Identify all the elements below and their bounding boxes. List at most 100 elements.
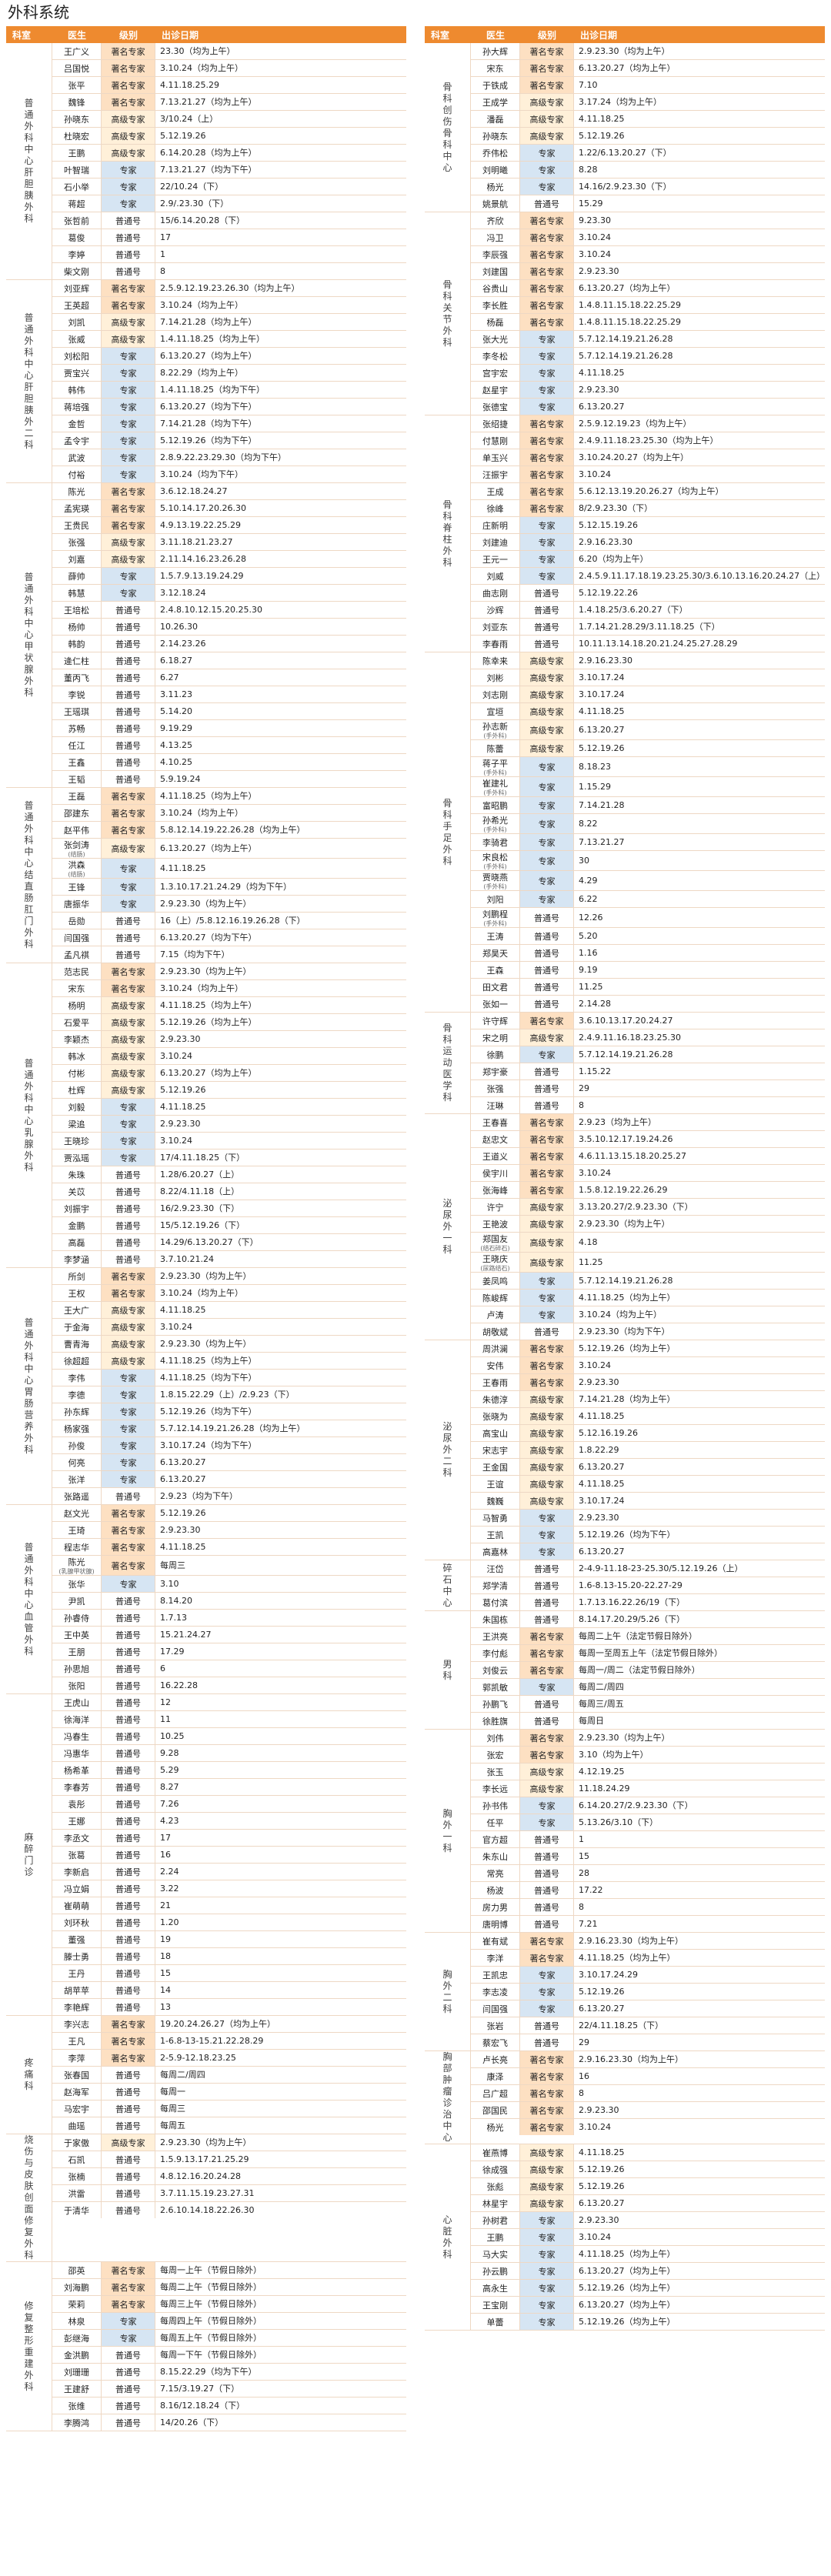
table-row: 王琦 著名专家 2.9.23.30 — [52, 1521, 406, 1538]
doctor-rows: 赵文光 著名专家 5.12.19.26 王琦 著名专家 2.9.23.30 程志华 著名专家 4… — [52, 1505, 406, 1693]
table-row: 庄新明 专家 5.12.15.19.26 — [471, 516, 825, 533]
table-row: 宋良松 (手外科) 专家 30 — [471, 850, 825, 870]
doctor-name-text: 王英超 — [64, 300, 89, 311]
doctor-name: 王春雨 — [471, 1374, 520, 1390]
doctor-name: 蒋超 — [52, 195, 102, 212]
table-row: 王道义 著名专家 4.6.11.13.15.18.20.25.27 — [471, 1147, 825, 1164]
level-badge: 著名专家 — [520, 1165, 574, 1181]
doctor-name: 富昭鹏 — [471, 797, 520, 813]
table-row: 刘俊云 著名专家 每周一/周二（法定节假日除外） — [471, 1661, 825, 1678]
doctor-name: 董丙飞 — [52, 669, 102, 686]
visit-dates: 4.11.18.25 — [160, 863, 206, 873]
visit-dates: 7.21 — [579, 1919, 598, 1929]
table-row: 宫宇宏 专家 4.11.18.25 — [471, 364, 825, 381]
doctor-name: 孙思旭 — [52, 1660, 102, 1677]
table-row: 房力男 普通号 8 — [471, 1898, 825, 1915]
visit-dates: 29 — [579, 2037, 589, 2047]
level-badge: 普通号 — [102, 1677, 155, 1693]
visit-dates: 19.20.24.26.27（均为上午） — [160, 2019, 275, 2029]
doctor-specialty: (手外科) — [483, 863, 507, 870]
doctor-name-text: 任平 — [486, 1817, 504, 1828]
level-badge: 专家 — [520, 814, 574, 833]
visit-dates: 6.13.20.27 — [579, 725, 625, 735]
level-badge: 著名专家 — [520, 263, 574, 279]
doctor-name: 王金国 — [471, 1459, 520, 1475]
table-row: 孙晓东 高级专家 5.12.19.26 — [471, 127, 825, 144]
visit-dates: 8 — [579, 1100, 584, 1110]
department-name: 胸外二科 — [442, 1968, 452, 2014]
doctor-name-text: 王中英 — [64, 1630, 89, 1640]
doctor-name-text: 林泉 — [68, 2316, 85, 2327]
doctor-name: 李长胜 — [471, 297, 520, 313]
department-section: 骨科创伤骨科中心 孙大辉 著名专家 2.9.23.30（均为上午） 宋东 著名专家 6.13… — [425, 43, 825, 212]
visit-dates: 1.8.22.29 — [579, 1445, 619, 1455]
visit-dates: 2.9.23.30 — [579, 2215, 619, 2225]
level-badge: 著名专家 — [102, 963, 155, 979]
doctor-name: 张岩 — [471, 2017, 520, 2034]
department-name: 普通外科中心血管外科 — [24, 1541, 34, 1657]
level-badge: 著名专家 — [520, 1628, 574, 1644]
doctor-name-text: 杨磊 — [486, 317, 504, 328]
table-row: 宋东 著名专家 6.13.20.27（均为上午） — [471, 59, 825, 76]
table-row: 沙辉 普通号 1.4.18.25/3.6.20.27（下） — [471, 601, 825, 618]
table-row: 孙晓东 高级专家 3/10.24（上） — [52, 110, 406, 127]
visit-dates: 7.14.21.28 — [579, 800, 625, 810]
doctor-name: 王丹 — [52, 1965, 102, 1981]
doctor-name-text: 赵星宇 — [482, 385, 508, 395]
doctor-name-text: 张哲前 — [64, 215, 89, 226]
level-badge: 专家 — [520, 162, 574, 178]
table-row: 闫国强 普通号 6.13.20.27（均为下午） — [52, 929, 406, 946]
level-badge: 高级专家 — [520, 652, 574, 669]
doctor-name: 宋东 — [52, 980, 102, 996]
visit-dates: 1 — [579, 1834, 584, 1844]
doctor-rows: 王虎山 普通号 12 徐海洋 普通号 11 冯春生 普通号 10.25 冯惠华 普通号 9.28 杨希革… — [52, 1694, 406, 2015]
level-badge: 普通号 — [102, 720, 155, 736]
doctor-name-text: 徐鹏 — [486, 1049, 504, 1060]
level-badge: 普通号 — [102, 1200, 155, 1216]
visit-dates: 1.15.29 — [579, 782, 611, 792]
level-badge: 专家 — [102, 1576, 155, 1592]
doctor-name-text: 高宝山 — [482, 1428, 508, 1439]
doctor-rows: 周洪澜 著名专家 5.12.19.26（均为上午） 安伟 著名专家 3.10.24 王春雨著… — [471, 1340, 825, 1560]
level-badge: 著名专家 — [102, 805, 155, 821]
table-row: 田文君 普通号 11.25 — [471, 978, 825, 995]
table-row: 蔡宏飞 普通号 29 — [471, 2034, 825, 2050]
visit-dates: 7.13.21.27（均为下午） — [160, 165, 257, 175]
doctor-name: 刘凯 — [52, 314, 102, 330]
visit-dates: 每周二/周四 — [579, 1682, 624, 1692]
level-badge: 高级专家 — [102, 1082, 155, 1098]
visit-dates: 3.10.24 — [160, 1051, 192, 1061]
visit-dates: 11 — [160, 1714, 171, 1724]
table-row: 宋之明 高级专家 2.4.9.11.16.18.23.25.30 — [471, 1029, 825, 1046]
table-row: 王春雨 著名专家 2.9.23.30 — [471, 1373, 825, 1390]
doctor-name-text: 蒋超 — [68, 199, 85, 209]
doctor-name-text: 冯惠华 — [64, 1748, 89, 1759]
table-row: 杜辉 高级专家 5.12.19.26 — [52, 1081, 406, 1098]
table-row: 徐胜旗 普通号 每周日 — [471, 1712, 825, 1729]
visit-dates: 12 — [160, 1697, 171, 1707]
level-badge: 著名专家 — [102, 2296, 155, 2312]
level-badge: 著名专家 — [520, 1730, 574, 1746]
table-row: 梁追 专家 2.9.23.30 — [52, 1115, 406, 1132]
doctor-name: 赵星宇 — [471, 382, 520, 398]
doctor-name: 朱珠 — [52, 1166, 102, 1183]
level-badge: 高级专家 — [102, 1048, 155, 1064]
doctor-name: 马宏宇 — [52, 2101, 102, 2117]
level-badge: 著名专家 — [102, 822, 155, 838]
level-badge: 高级专家 — [520, 1763, 574, 1780]
table-row: 李骑君 专家 7.13.21.27 — [471, 833, 825, 850]
visit-dates: 14.16/2.9.23.30（下） — [579, 182, 672, 192]
doctor-name-text: 王艳波 — [482, 1219, 508, 1230]
level-badge: 普通号 — [102, 754, 155, 770]
visit-dates: 16/2.9.23.30（下） — [160, 1203, 240, 1213]
department-section: 骨科手足外科 陈幸来 高级专家 2.9.16.23.30 刘彬 高级专家 3.10.17.2… — [425, 652, 825, 1013]
level-badge: 普通号 — [102, 2364, 155, 2380]
doctor-name-text: 李伟 — [68, 1373, 85, 1383]
visit-dates: 6 — [160, 1663, 165, 1673]
doctor-rows: 汪岱 普通号 2-4.9-11.18-23-25.30/5.12.19.26（上）郑… — [471, 1560, 825, 1610]
doctor-name: 许宁 — [471, 1199, 520, 1215]
visit-dates: 6.18.27 — [160, 656, 192, 666]
doctor-name-text: 王成 — [486, 486, 504, 497]
table-row: 陈蕾 高级专家 5.12.19.26 — [471, 739, 825, 756]
doctor-name-text: 唐明博 — [482, 1919, 508, 1930]
